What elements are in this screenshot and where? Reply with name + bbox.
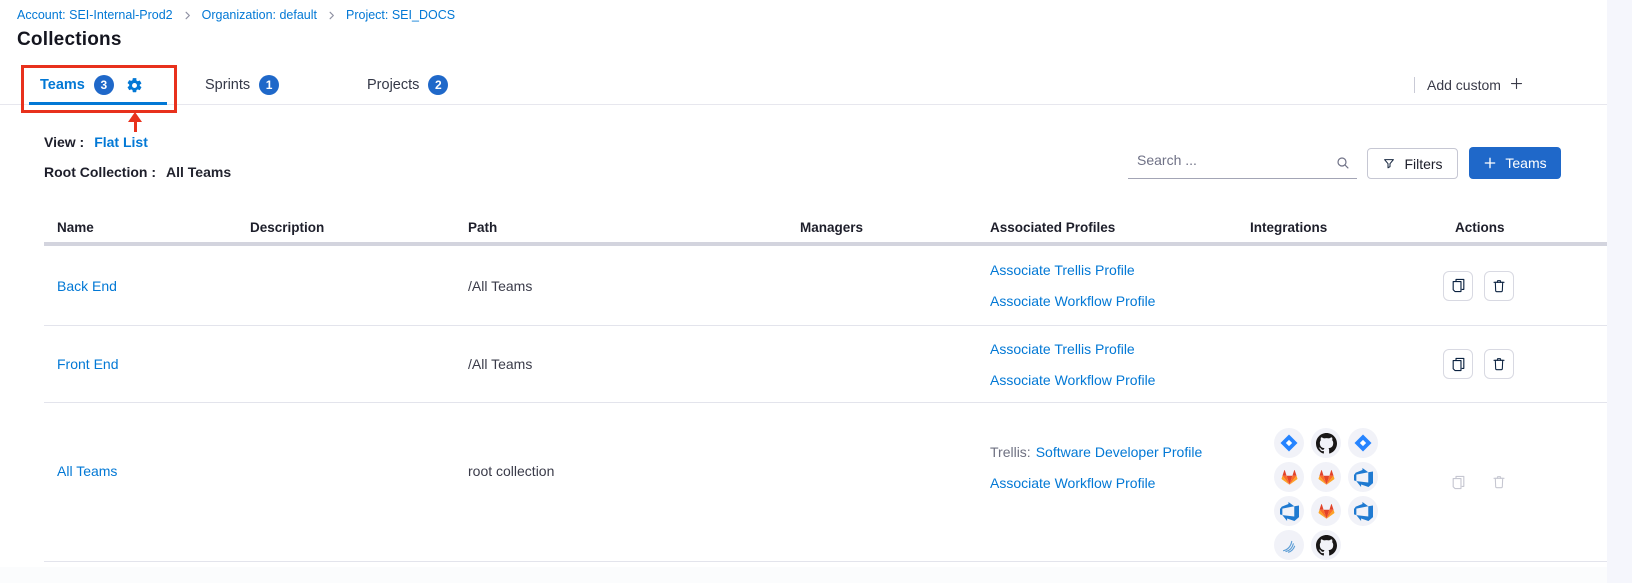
table-row: All Teams root collection Trellis: Softwa… [44,403,1607,562]
add-teams-label: Teams [1505,155,1546,171]
gitlab-icon [1311,462,1341,492]
tab-teams[interactable]: Teams 3 [40,66,143,104]
filters-label: Filters [1404,156,1442,172]
jira-icon [1348,428,1378,458]
collections-table: Name Description Path Managers Associate… [44,212,1607,562]
associate-trellis-profile-link[interactable]: Associate Trellis Profile [990,262,1240,278]
associated-profiles-cell: Trellis: Software Developer Profile Assoc… [985,444,1240,491]
filters-button[interactable]: Filters [1367,148,1458,179]
associate-workflow-profile-link[interactable]: Associate Workflow Profile [990,475,1240,491]
column-header-managers: Managers [795,220,985,235]
add-teams-button[interactable]: Teams [1469,147,1561,179]
column-header-path: Path [460,220,795,235]
gitlab-icon [1274,462,1304,492]
column-header-name: Name [44,220,240,235]
associated-profiles-cell: Associate Trellis Profile Associate Work… [985,341,1240,388]
rally-icon [1274,530,1304,560]
annotation-arrow-stem [134,121,137,132]
view-selector: View : Flat List [44,134,148,150]
associate-workflow-profile-link[interactable]: Associate Workflow Profile [990,293,1240,309]
trash-icon [1491,356,1507,372]
clone-collection-button[interactable] [1443,271,1473,301]
view-flat-list-link[interactable]: Flat List [94,134,148,150]
copy-icon [1450,356,1467,373]
tab-projects-label: Projects [367,77,419,93]
table-row: Front End /All Teams Associate Trellis P… [44,326,1607,403]
tab-sprints-count-badge: 1 [259,75,279,95]
trellis-prefix-label: Trellis: [990,444,1031,460]
plus-icon [1483,156,1497,170]
delete-collection-button[interactable] [1484,349,1514,379]
jira-icon [1274,428,1304,458]
root-collection: Root Collection : All Teams [44,164,231,180]
tab-bar: Teams 3 Sprints 1 Projects 2 Add custom [0,66,1607,105]
clone-collection-button-disabled [1443,467,1473,497]
azure-devops-icon [1348,496,1378,526]
tab-projects[interactable]: Projects 2 [367,66,448,104]
github-icon [1311,530,1341,560]
path-cell: /All Teams [460,356,795,372]
bottom-edge-strip [0,567,1607,583]
tab-projects-count-badge: 2 [428,75,448,95]
column-header-description: Description [240,220,460,235]
active-tab-underline [29,102,167,105]
view-label: View : [44,134,84,150]
actions-cell [1425,467,1607,497]
trash-icon [1491,278,1507,294]
path-cell: /All Teams [460,278,795,294]
funnel-icon [1382,157,1396,171]
page-title: Collections [17,29,122,51]
trellis-profile-link[interactable]: Software Developer Profile [1036,444,1203,460]
collections-page: Account: SEI-Internal-Prod2 Organization… [0,0,1632,583]
integrations-grid [1274,428,1425,560]
search-input[interactable] [1128,148,1357,179]
associate-workflow-profile-link[interactable]: Associate Workflow Profile [990,372,1240,388]
copy-icon [1450,277,1467,294]
column-header-associated-profiles: Associated Profiles [985,220,1240,235]
actions-cell [1425,271,1607,301]
delete-collection-button-disabled [1484,467,1514,497]
root-collection-value: All Teams [166,164,231,180]
breadcrumb: Account: SEI-Internal-Prod2 Organization… [17,8,455,22]
actions-cell [1425,349,1607,379]
collection-name-link[interactable]: All Teams [57,463,117,479]
column-header-integrations: Integrations [1240,220,1425,235]
scrollbar-track[interactable] [1607,0,1632,583]
integrations-cell [1240,404,1425,560]
table-header-row: Name Description Path Managers Associate… [44,212,1607,246]
tab-teams-count-badge: 3 [94,75,114,95]
associated-profiles-cell: Associate Trellis Profile Associate Work… [985,262,1240,309]
clone-collection-button[interactable] [1443,349,1473,379]
chevron-right-icon [182,10,193,21]
copy-icon [1450,474,1467,491]
search-box [1128,148,1357,179]
table-row: Back End /All Teams Associate Trellis Pr… [44,246,1607,326]
delete-collection-button[interactable] [1484,271,1514,301]
tab-sprints-label: Sprints [205,77,250,93]
chevron-right-icon [326,10,337,21]
trash-icon [1491,474,1507,490]
collection-name-link[interactable]: Back End [57,278,117,294]
tab-sprints[interactable]: Sprints 1 [205,66,279,104]
breadcrumb-project-link[interactable]: Project: SEI_DOCS [346,8,455,22]
search-icon[interactable] [1335,155,1351,176]
add-custom-label: Add custom [1427,77,1501,93]
root-collection-label: Root Collection : [44,164,156,180]
collection-name-link[interactable]: Front End [57,356,118,372]
tab-teams-label: Teams [40,77,85,93]
azure-devops-icon [1348,462,1378,492]
add-custom-button[interactable]: Add custom [1427,76,1524,94]
plus-icon [1509,76,1524,94]
associate-trellis-profile-link[interactable]: Associate Trellis Profile [990,341,1240,357]
path-cell: root collection [460,463,795,479]
gear-icon[interactable] [126,77,143,94]
github-icon [1311,428,1341,458]
gitlab-icon [1311,496,1341,526]
breadcrumb-organization-link[interactable]: Organization: default [202,8,317,22]
divider [1414,77,1415,93]
column-header-actions: Actions [1425,220,1607,235]
azure-devops-icon [1274,496,1304,526]
breadcrumb-account-link[interactable]: Account: SEI-Internal-Prod2 [17,8,173,22]
